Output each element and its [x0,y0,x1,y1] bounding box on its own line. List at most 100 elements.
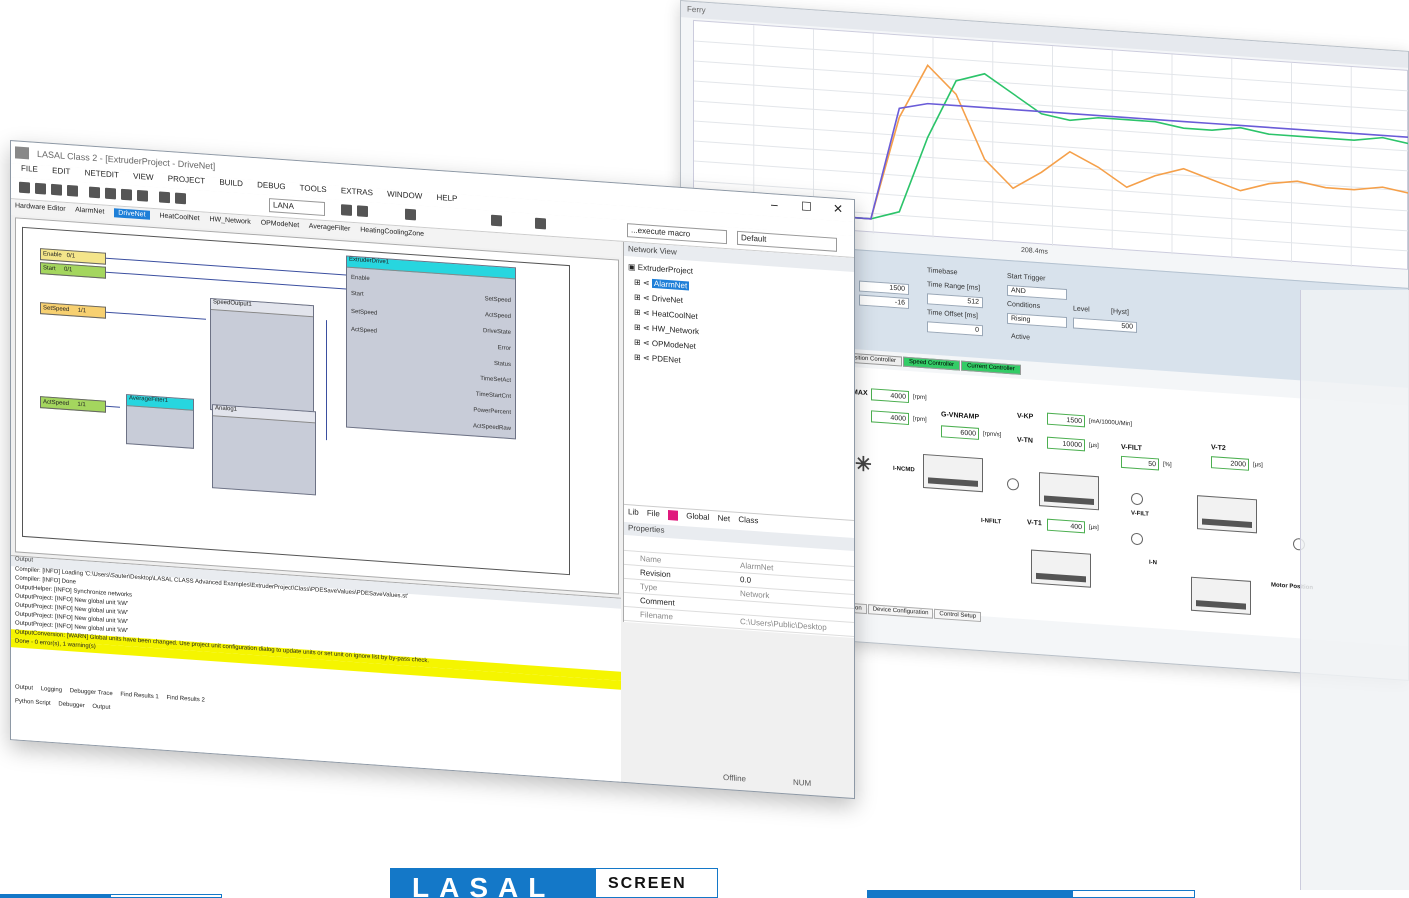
vkp-input[interactable]: 1500 [1047,412,1085,428]
lasal-main-window: LASAL Class 2 - [ExtruderProject - Drive… [10,140,855,800]
link-icon[interactable] [405,208,416,221]
menu-tools[interactable]: TOOLS [300,183,327,194]
tab-debugger[interactable]: Debugger [58,701,84,709]
tab-debugger-trace[interactable]: Debugger Trace [70,688,113,697]
nmin-input[interactable]: 4000 [871,410,909,426]
pin-out-actspeed: ActSpeed [484,312,511,321]
menu-build[interactable]: BUILD [219,178,243,189]
tab-python-script[interactable]: Python Script [15,698,51,706]
block-speed-output[interactable]: SpeedOutput1 [210,297,314,418]
tab-find-results-1[interactable]: Find Results 1 [120,692,158,701]
nmax-input[interactable]: 4000 [871,388,909,404]
config-select[interactable]: Default [737,230,837,252]
open-icon[interactable] [35,182,46,195]
time-offset-input[interactable]: 0 [927,321,983,337]
tab-output[interactable]: Output [15,684,33,691]
tab-hw-network[interactable]: HW_Network [210,216,251,226]
vtn-input[interactable]: 10000 [1047,436,1085,452]
in-label: I-N [1149,559,1157,567]
network-tree: ▣ ExtruderProject ⊞ ⋖ AlarmNet ⊞ ⋖ Drive… [628,262,699,372]
cut-icon[interactable] [105,187,116,200]
grid-line-h [694,100,1409,152]
series-line-0 [814,63,1409,220]
grid-icon[interactable] [341,204,352,216]
menu-view[interactable]: VIEW [133,172,153,182]
tab-lib[interactable]: Lib [628,507,639,517]
tab-hardware-editor[interactable]: Hardware Editor [15,202,66,213]
menu-project[interactable]: PROJECT [168,174,205,186]
build-icon[interactable] [491,214,502,227]
status-bar: Offline NUM [623,762,855,798]
menu-edit[interactable]: EDIT [52,166,70,176]
tab-global[interactable]: Global [686,511,709,522]
vt2-input[interactable]: 2000 [1211,456,1249,471]
and-select[interactable]: AND [1007,284,1067,301]
save-all-icon[interactable] [67,184,78,197]
ramp-block[interactable] [923,453,983,493]
scope-value-1[interactable]: 1500 [859,280,909,296]
tab-file[interactable]: File [647,509,660,519]
tab-opmodenet[interactable]: OPModeNet [261,220,300,230]
tab-heatingcoolingzone[interactable]: HeatingCoolingZone [360,226,424,237]
vnramp-input[interactable]: 6000 [941,425,979,440]
vfilt-input[interactable]: 50 [1121,455,1159,471]
menu-window[interactable]: WINDOW [387,189,422,200]
prop-value: Network [740,589,770,601]
active-checkbox[interactable]: Active [1011,333,1030,341]
tab-logging[interactable]: Logging [41,686,62,693]
run-icon[interactable] [535,217,546,230]
menu-file[interactable]: FILE [21,164,38,174]
tab-speed-controller[interactable]: Speed Controller [903,356,961,371]
new-icon[interactable] [19,181,30,194]
paste-icon[interactable] [137,189,148,202]
vnramp-label: G-VNRAMP [941,411,980,421]
pi-block[interactable] [1039,472,1099,511]
prop-key: Filename [640,610,673,622]
undo-icon[interactable] [159,191,170,204]
vt1-unit: [µs] [1089,524,1099,532]
copy-icon[interactable] [121,188,132,201]
vtn-label: V-TN [1017,436,1033,445]
network-view-pane: Network View ▣ ExtruderProject ⊞ ⋖ Alarm… [623,241,855,639]
zoom-select[interactable]: LANA [269,198,325,217]
redo-icon[interactable] [175,192,186,205]
print-icon[interactable] [89,186,100,199]
tab-current-controller[interactable]: Current Controller [961,360,1021,375]
tab-drivenet[interactable]: DriveNet [114,208,150,220]
tab-heatcoolnet[interactable]: HeatCoolNet [159,212,199,222]
time-range-input[interactable]: 512 [927,293,983,309]
macro-select[interactable]: ...execute macro [627,223,727,245]
menu-debug[interactable]: DEBUG [257,180,285,191]
menu-netedit[interactable]: NETEDIT [85,168,119,179]
save-icon[interactable] [51,183,62,196]
prop-value: 0.0 [740,575,752,585]
vt1-input[interactable]: 400 [1047,518,1085,534]
tab-alarmnet[interactable]: AlarmNet [75,207,104,216]
tab-net[interactable]: Net [718,514,730,524]
vfilt1-label: V-FILT [1131,510,1149,518]
tab-averagefilter[interactable]: AverageFilter [309,223,351,233]
feedback-block[interactable] [1191,576,1251,615]
network-canvas[interactable]: Enable 0/1 Start 0/1 SetSpeed 1/1 ActSpe… [15,217,619,595]
logo-right [867,868,1195,898]
tab-output-bottom[interactable]: Output [92,704,110,711]
maximize-icon[interactable]: ☐ [801,199,812,214]
block-average-filter[interactable]: AverageFilter1 [126,394,194,449]
level-input[interactable]: 500 [1073,317,1137,333]
filter-block[interactable] [1197,495,1257,534]
tab-class[interactable]: Class [738,515,758,525]
rising-select[interactable]: Rising [1007,312,1067,329]
block-analog[interactable]: Analog1 [212,404,316,496]
block-extruder-drive[interactable]: ExtruderDrive1 Enable Start SetSpeed Act… [346,255,516,440]
tab-find-results-2[interactable]: Find Results 2 [166,695,204,704]
pin-in-actspeed: ActSpeed [351,326,378,335]
menu-extras[interactable]: EXTRAS [341,186,373,197]
scope-value-2[interactable]: -16 [859,294,909,310]
tab-control-setup[interactable]: Control Setup [934,608,982,623]
vt2-label: V-T2 [1211,444,1226,453]
minimize-icon[interactable]: – [771,197,778,211]
align-icon[interactable] [357,205,368,218]
menu-help[interactable]: HELP [436,193,457,203]
close-icon[interactable]: ✕ [833,202,843,217]
t1-block[interactable] [1031,549,1091,588]
